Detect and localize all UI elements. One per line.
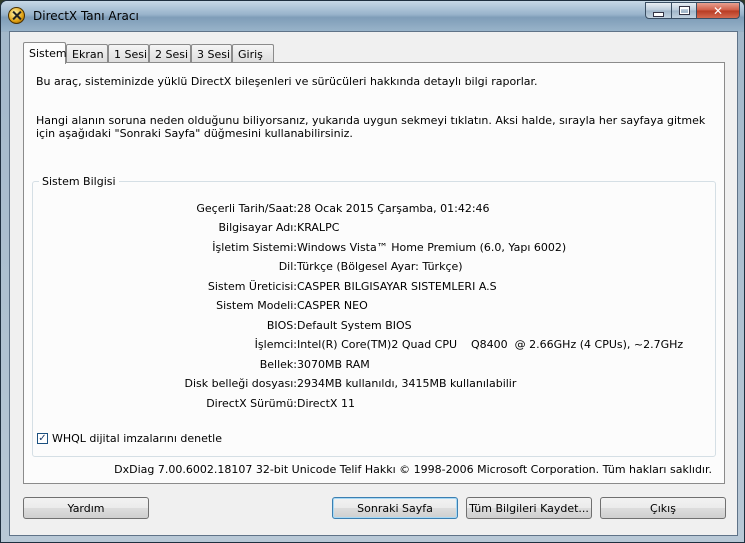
tab-ekran[interactable]: Ekran [66,44,108,63]
info-row-page-file: Disk belleği dosyası: 2934MB kullanıldı,… [33,377,717,391]
maximize-button[interactable] [671,2,697,19]
directx-diagnostic-window: DirectX Tanı Aracı ✕ Sistem Ekran 1 Sesi… [0,0,745,543]
system-info-group: Sistem Bilgisi Geçerli Tarih/Saat: 28 Oc… [32,175,717,457]
save-all-info-button[interactable]: Tüm Bilgileri Kaydet... [466,497,592,519]
info-row-model: Sistem Modeli: CASPER NEO [33,299,717,313]
info-row-bios: BIOS: Default System BIOS [33,319,717,333]
copyright-text: DxDiag 7.00.6002.18107 32-bit Unicode Te… [114,463,712,476]
info-row-processor: İşlemci: Intel(R) Core(TM)2 Quad CPU Q84… [33,338,717,352]
whql-checkbox-label[interactable]: WHQL dijital imzalarını denetle [52,432,222,445]
maximize-icon [678,6,690,15]
info-label: Sistem Modeli: [216,299,297,312]
tab-sound-2[interactable]: 2 Sesi [149,44,191,63]
info-row-memory: Bellek: 3070MB RAM [33,358,717,372]
info-row-computer-name: Bilgisayar Adı: KRALPC [33,221,717,235]
info-label: Bilgisayar Adı: [218,221,297,234]
whql-checkbox-row[interactable]: ✓ WHQL dijital imzalarını denetle [37,432,222,445]
info-value: 3070MB RAM [297,358,370,371]
info-label: Dil: [278,260,297,273]
tab-giris[interactable]: Giriş [232,44,274,63]
close-button[interactable]: ✕ [696,2,740,19]
checkmark-icon: ✓ [38,432,47,444]
info-row-language: Dil: Türkçe (Bölgesel Ayar: Türkçe) [33,260,717,274]
info-label: DirectX Sürümü: [206,397,297,410]
whql-checkbox[interactable]: ✓ [37,433,48,444]
system-info-title: Sistem Bilgisi [39,175,119,188]
next-page-button[interactable]: Sonraki Sayfa [332,497,458,519]
info-value: KRALPC [297,221,340,234]
info-label: İşletim Sistemi: [212,241,297,254]
close-icon: ✕ [712,3,724,18]
info-value: Türkçe (Bölgesel Ayar: Türkçe) [297,260,463,273]
tab-sound-1[interactable]: 1 Sesi [108,44,149,63]
intro-hint-text: Hangi alanın soruna neden olduğunu biliy… [36,114,706,140]
tab-panel-sistem: Bu araç, sisteminizde yüklü DirectX bile… [23,62,725,484]
info-row-directx-version: DirectX Sürümü: DirectX 11 [33,397,717,411]
info-label: Bellek: [259,358,297,371]
help-button[interactable]: Yardım [23,497,149,519]
info-value: Windows Vista™ Home Premium (6.0, Yapı 6… [297,241,567,254]
info-row-date: Geçerli Tarih/Saat: 28 Ocak 2015 Çarşamb… [33,202,717,216]
info-label: Sistem Üreticisi: [207,280,297,293]
info-label: İşlemci: [254,338,297,351]
info-value: Intel(R) Core(TM)2 Quad CPU Q8400 @ 2.66… [297,338,684,351]
info-value: DirectX 11 [297,397,355,410]
info-value: CASPER NEO [297,299,368,312]
info-row-manufacturer: Sistem Üreticisi: CASPER BILGISAYAR SIST… [33,280,717,294]
window-title: DirectX Tanı Aracı [33,9,139,23]
title-bar[interactable]: DirectX Tanı Aracı ✕ [1,1,744,31]
info-value: Default System BIOS [297,319,412,332]
info-value: 28 Ocak 2015 Çarşamba, 01:42:46 [297,202,490,215]
minimize-button[interactable] [645,2,672,19]
tab-sound-3[interactable]: 3 Sesi [191,44,232,63]
dialog-client-area: Sistem Ekran 1 Sesi 2 Sesi 3 Sesi Giriş … [9,31,738,536]
directx-icon[interactable] [8,7,25,24]
info-value: 2934MB kullanıldı, 3415MB kullanılabilir [297,377,517,390]
info-label: Disk belleği dosyası: [184,377,297,390]
minimize-icon [653,11,664,17]
tab-sistem[interactable]: Sistem [23,42,67,64]
info-label: Geçerli Tarih/Saat: [196,202,297,215]
info-label: BIOS: [266,319,297,332]
intro-text: Bu araç, sisteminizde yüklü DirectX bile… [36,75,538,88]
info-row-os: İşletim Sistemi: Windows Vista™ Home Pre… [33,241,717,255]
exit-button[interactable]: Çıkış [600,497,726,519]
info-value: CASPER BILGISAYAR SISTEMLERI A.S [297,280,497,293]
